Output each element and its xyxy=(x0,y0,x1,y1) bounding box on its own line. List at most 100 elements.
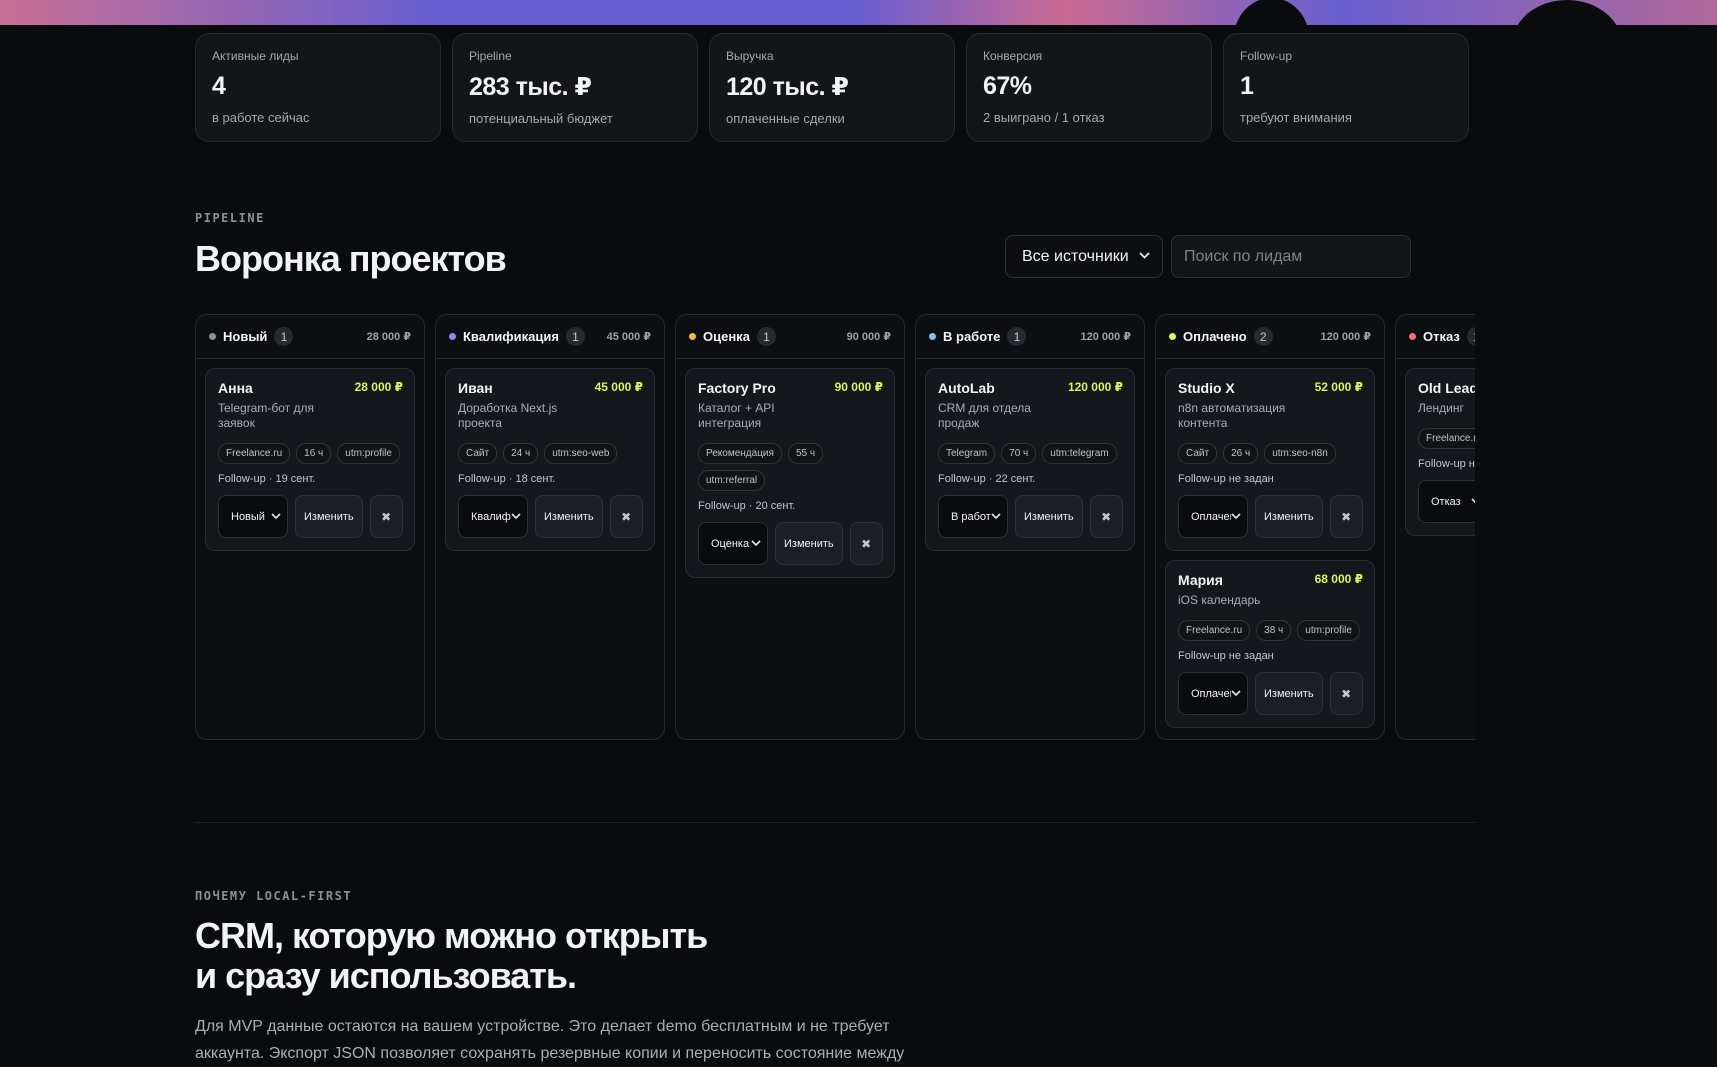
lead-amount: 120 000 ₽ xyxy=(1067,380,1123,394)
stat-subtitle: в работе сейчас xyxy=(212,110,310,125)
lead-description: Доработка Next.js проекта xyxy=(458,401,558,430)
lead-card[interactable]: Иван 45 000 ₽ Доработка Next.js проекта Сай… xyxy=(445,368,655,551)
stage-select[interactable]: Оплачено xyxy=(1178,495,1248,538)
stage-dot-icon xyxy=(929,333,936,340)
stat-value: 1 xyxy=(1240,72,1254,100)
lead-followup: Follow-up не задан xyxy=(1178,473,1274,485)
edit-lead-button[interactable]: Изменить xyxy=(775,522,843,565)
lead-tag: 70 ч xyxy=(1001,443,1037,464)
local-first-title-line: CRM, которую можно открыть xyxy=(195,915,708,956)
edit-lead-button[interactable]: Изменить xyxy=(1015,495,1083,538)
column-title: Отказ xyxy=(1423,329,1460,344)
delete-lead-button[interactable]: ✖ xyxy=(369,495,403,538)
lead-followup: Follow-up · 22 сент. xyxy=(938,473,1036,485)
kanban-column: Оплачено 2 120 000 ₽ Studio X 52 000 ₽ n8n ав… xyxy=(1155,314,1385,740)
pipeline-title: Воронка проектов xyxy=(195,238,507,279)
lead-amount: 90 000 ₽ xyxy=(834,380,883,394)
stage-select[interactable]: Квалификация xyxy=(458,495,528,538)
lead-tag: utm:seo-n8n xyxy=(1264,443,1336,464)
lead-tag: 16 ч xyxy=(296,443,332,464)
stage-dot-icon xyxy=(1409,333,1416,340)
lead-card[interactable]: Studio X 52 000 ₽ n8n автоматизация контен… xyxy=(1165,368,1375,551)
lead-amount: 68 000 ₽ xyxy=(1314,572,1363,586)
lead-tag: 26 ч xyxy=(1223,443,1259,464)
lead-name: Анна xyxy=(218,380,253,396)
card-actions: Оплачено Изменить✖ xyxy=(1178,672,1363,715)
delete-lead-button[interactable]: ✖ xyxy=(1329,495,1363,538)
column-body: Анна 28 000 ₽ Telegram-бот для заявок Freel… xyxy=(196,359,424,560)
lead-tag: Сайт xyxy=(458,443,498,464)
lead-name: Old Lead xyxy=(1418,380,1475,396)
section-divider xyxy=(195,822,1475,823)
stat-card: Follow-up 1 требуют внимания xyxy=(1223,33,1469,142)
stat-label: Follow-up xyxy=(1240,49,1293,63)
stage-select-value: Оплачено xyxy=(1191,687,1231,700)
edit-lead-button[interactable]: Изменить xyxy=(535,495,603,538)
column-header: Квалификация 1 45 000 ₽ xyxy=(436,315,664,359)
delete-lead-button[interactable]: ✖ xyxy=(849,522,883,565)
lead-card[interactable]: Анна 28 000 ₽ Telegram-бот для заявок Freel… xyxy=(205,368,415,551)
lead-description: Каталог + API интеграция xyxy=(698,401,775,430)
card-header: Иван 45 000 ₽ xyxy=(458,380,643,396)
stage-dot-icon xyxy=(449,333,456,340)
card-header: AutoLab 120 000 ₽ xyxy=(938,380,1123,396)
lead-description: Telegram-бот для заявок xyxy=(218,401,314,430)
lead-description: CRM для отдела продаж xyxy=(938,401,1031,430)
lead-card[interactable]: Factory Pro 90 000 ₽ Каталог + API интегра… xyxy=(685,368,895,578)
lead-tag: 38 ч xyxy=(1256,620,1292,641)
local-first-title-line: и сразу использовать. xyxy=(195,955,577,996)
edit-lead-button[interactable]: Изменить xyxy=(1255,495,1323,538)
stage-select[interactable]: Новый xyxy=(218,495,288,538)
local-first-lead: Для MVP данные остаются на вашем устройс… xyxy=(195,1018,905,1062)
stat-value: 120 тыс. ₽ xyxy=(726,73,849,101)
lead-followup: Follow-up не задан xyxy=(1178,650,1274,662)
kanban-column: В работе 1 120 000 ₽ AutoLab 120 000 ₽ CRM дл… xyxy=(915,314,1145,740)
stage-select[interactable]: Оценка xyxy=(698,522,768,565)
decorative-shape xyxy=(1234,0,1309,25)
lead-tag: utm:telegram xyxy=(1042,443,1117,464)
column-header: В работе 1 120 000 ₽ xyxy=(916,315,1144,359)
column-title: Оценка xyxy=(703,329,750,344)
column-count-badge: 1 xyxy=(1466,327,1475,346)
lead-search-input[interactable] xyxy=(1171,235,1411,278)
column-sum: 120 000 ₽ xyxy=(1080,331,1131,343)
stage-select[interactable]: В работе xyxy=(938,495,1008,538)
stat-value: 283 тыс. ₽ xyxy=(469,73,592,101)
lead-description: n8n автоматизация контента xyxy=(1178,401,1286,430)
lead-followup: Follow-up · 20 сент. xyxy=(698,500,796,512)
top-gradient-bar xyxy=(0,0,1717,25)
card-header: Old Lead xyxy=(1418,380,1475,396)
lead-tag: Freelance.ru xyxy=(218,443,291,464)
delete-lead-button[interactable]: ✖ xyxy=(1329,672,1363,715)
lead-tag: Freelance.ru xyxy=(1178,620,1251,641)
source-filter-select[interactable]: Все источники xyxy=(1005,235,1163,278)
lead-description: iOS календарь xyxy=(1178,593,1261,607)
column-count-badge: 1 xyxy=(756,327,776,346)
lead-card[interactable]: Мария 68 000 ₽ iOS календарь Freelance.ru 38… xyxy=(1165,560,1375,728)
edit-lead-button[interactable]: Изменить xyxy=(295,495,363,538)
delete-lead-button[interactable]: ✖ xyxy=(1089,495,1123,538)
pipeline-eyebrow: PIPELINE xyxy=(195,211,265,225)
delete-lead-button[interactable]: ✖ xyxy=(609,495,643,538)
lead-name: Factory Pro xyxy=(698,380,776,396)
lead-amount: 45 000 ₽ xyxy=(594,380,643,394)
chevron-down-icon xyxy=(1139,251,1150,262)
column-sum: 28 000 ₽ xyxy=(366,331,411,343)
stat-card: Pipeline 283 тыс. ₽ потенциальный бюджет xyxy=(452,33,698,142)
lead-card[interactable]: AutoLab 120 000 ₽ CRM для отдела продаж Tel… xyxy=(925,368,1135,551)
kanban-column: Квалификация 1 45 000 ₽ Иван 45 000 ₽ Доработ… xyxy=(435,314,665,740)
stage-select[interactable]: Отказ xyxy=(1418,480,1475,523)
lead-card[interactable]: Old Lead Лендинг Freelance.ru Follow-up не … xyxy=(1405,368,1475,536)
kanban-column: Отказ 1 Old Lead Лендинг Freelance.ru Follow-… xyxy=(1395,314,1475,740)
lead-tags: Freelance.ru 38 ч utm:profile xyxy=(1178,620,1363,641)
edit-lead-button[interactable]: Изменить xyxy=(1255,672,1323,715)
local-first-eyebrow: ПОЧЕМУ LOCAL-FIRST xyxy=(195,889,353,903)
lead-tags: Telegram 70 ч utm:telegram xyxy=(938,443,1123,464)
lead-tag: Freelance.ru xyxy=(1418,428,1475,449)
card-header: Мария 68 000 ₽ xyxy=(1178,572,1363,588)
stage-select[interactable]: Оплачено xyxy=(1178,672,1248,715)
stat-subtitle: оплаченные сделки xyxy=(726,111,845,126)
lead-tag: utm:referral xyxy=(698,470,766,491)
lead-tags: Freelance.ru 16 ч utm:profile xyxy=(218,443,403,464)
lead-name: Studio X xyxy=(1178,380,1235,396)
